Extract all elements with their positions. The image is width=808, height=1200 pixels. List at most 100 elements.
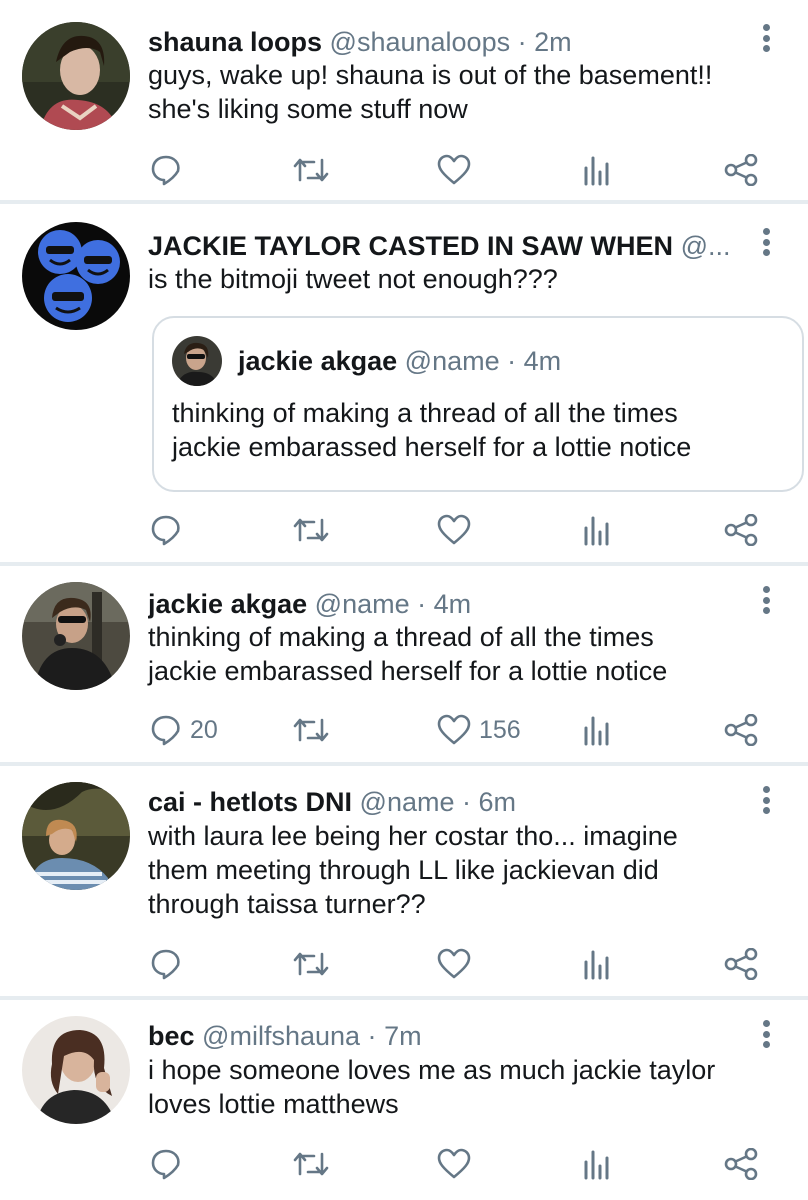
tweet-feed: shauna loops @shaunaloops · 2m guys, wak… <box>0 0 808 1200</box>
analytics-icon <box>584 516 609 546</box>
share-button[interactable] <box>724 508 758 552</box>
tweet-header: cai - hetlots DNI @name · 6m <box>148 784 738 820</box>
like-button[interactable] <box>437 1142 479 1186</box>
reply-icon <box>151 715 180 746</box>
heart-icon <box>437 1148 471 1179</box>
analytics-button[interactable] <box>583 942 611 986</box>
tweet-text-line: thinking of making a thread of all the t… <box>148 622 654 652</box>
heart-icon <box>437 154 471 185</box>
display-name[interactable]: jackie akgae <box>148 589 307 619</box>
action-bar <box>0 148 808 192</box>
user-handle[interactable]: @name <box>360 787 455 817</box>
reply-count: 20 <box>190 715 218 744</box>
tweet[interactable]: bec @milfshauna · 7m i hope someone love… <box>0 1000 808 1200</box>
tweet-text-line: loves lottie matthews <box>148 1089 399 1119</box>
reply-icon <box>151 515 180 546</box>
heart-icon <box>437 514 471 545</box>
tweet-text-line: with laura lee being her costar tho... i… <box>148 821 678 851</box>
reply-button[interactable] <box>150 508 190 552</box>
quoted-tweet[interactable]: jackie akgae @name · 4m thinking of maki… <box>152 316 804 492</box>
analytics-button[interactable] <box>583 148 611 192</box>
tweet-text-line: is the bitmoji tweet not enough??? <box>148 264 558 294</box>
tweet-text: with laura lee being her costar tho... i… <box>148 819 778 921</box>
quoted-tweet-header: jackie akgae @name · 4m <box>238 344 561 378</box>
tweet-text-line: through taissa turner?? <box>148 889 426 919</box>
tweet-text-line: thinking of making a thread of all the t… <box>172 398 678 428</box>
more-options-icon[interactable] <box>760 786 772 820</box>
avatar[interactable] <box>22 1016 130 1124</box>
avatar[interactable] <box>22 582 130 690</box>
tweet-header: bec @milfshauna · 7m <box>148 1018 738 1054</box>
tweet-header: JACKIE TAYLOR CASTED IN SAW WHEN @... <box>148 228 738 264</box>
reply-icon <box>151 949 180 980</box>
reply-icon <box>151 1149 180 1180</box>
user-handle[interactable]: @name <box>315 589 410 619</box>
tweet[interactable]: JACKIE TAYLOR CASTED IN SAW WHEN @... is… <box>0 204 808 562</box>
tweet-text-line: i hope someone loves me as much jackie t… <box>148 1055 716 1085</box>
user-handle: @name <box>404 346 500 376</box>
retweet-button[interactable] <box>292 508 330 552</box>
user-handle[interactable]: @shaunaloops <box>330 27 511 57</box>
tweet[interactable]: cai - hetlots DNI @name · 6m with laura … <box>0 766 808 996</box>
tweet[interactable]: jackie akgae @name · 4m thinking of maki… <box>0 566 808 762</box>
tweet-text: is the bitmoji tweet not enough??? <box>148 262 778 296</box>
more-options-icon[interactable] <box>760 1020 772 1054</box>
heart-icon <box>437 948 471 979</box>
more-options-icon[interactable] <box>760 228 772 262</box>
timestamp[interactable]: 7m <box>384 1021 422 1051</box>
analytics-icon <box>584 950 609 980</box>
display-name[interactable]: bec <box>148 1021 195 1051</box>
tweet-text-line: jackie embarassed herself for a lottie n… <box>172 432 692 462</box>
display-name[interactable]: cai - hetlots DNI <box>148 787 352 817</box>
timestamp: 4m <box>523 346 562 376</box>
more-options-icon[interactable] <box>760 586 772 620</box>
share-icon <box>724 948 758 980</box>
timestamp[interactable]: 4m <box>434 589 472 619</box>
tweet[interactable]: shauna loops @shaunaloops · 2m guys, wak… <box>0 0 808 200</box>
like-button[interactable] <box>437 148 479 192</box>
avatar[interactable] <box>22 782 130 890</box>
retweet-button[interactable] <box>292 708 330 752</box>
share-icon <box>724 154 758 186</box>
like-count: 156 <box>479 715 521 744</box>
tweet-text: guys, wake up! shauna is out of the base… <box>148 58 778 126</box>
retweet-button[interactable] <box>292 148 330 192</box>
separator-dot: · <box>367 1021 377 1051</box>
retweet-button[interactable] <box>292 942 330 986</box>
more-options-icon[interactable] <box>760 24 772 58</box>
retweet-icon <box>293 1152 329 1176</box>
display-name[interactable]: shauna loops <box>148 27 322 57</box>
separator-dot: · <box>507 346 517 376</box>
avatar[interactable] <box>22 222 130 330</box>
user-handle[interactable]: @... <box>681 231 731 261</box>
timestamp[interactable]: 6m <box>479 787 517 817</box>
tweet-header: jackie akgae @name · 4m <box>148 586 738 622</box>
user-handle[interactable]: @milfshauna <box>202 1021 360 1051</box>
avatar <box>172 336 222 386</box>
reply-button[interactable] <box>150 1142 190 1186</box>
reply-icon <box>151 155 180 186</box>
share-button[interactable] <box>724 1142 758 1186</box>
like-button[interactable]: 156 <box>437 708 521 752</box>
analytics-button[interactable] <box>583 708 611 752</box>
separator-dot: · <box>462 787 472 817</box>
retweet-button[interactable] <box>292 1142 330 1186</box>
display-name[interactable]: JACKIE TAYLOR CASTED IN SAW WHEN <box>148 231 673 261</box>
analytics-icon <box>584 1150 609 1180</box>
reply-button[interactable] <box>150 148 190 192</box>
reply-button[interactable] <box>150 942 190 986</box>
like-button[interactable] <box>437 508 479 552</box>
analytics-button[interactable] <box>583 508 611 552</box>
share-button[interactable] <box>724 148 758 192</box>
reply-button[interactable]: 20 <box>150 708 218 752</box>
tweet-text: i hope someone loves me as much jackie t… <box>148 1053 778 1121</box>
analytics-button[interactable] <box>583 1142 611 1186</box>
timestamp[interactable]: 2m <box>534 27 572 57</box>
heart-icon <box>437 714 471 745</box>
like-button[interactable] <box>437 942 479 986</box>
avatar[interactable] <box>22 22 130 130</box>
share-button[interactable] <box>724 708 758 752</box>
share-button[interactable] <box>724 942 758 986</box>
action-bar <box>0 508 808 552</box>
tweet-text-line: jackie embarassed herself for a lottie n… <box>148 656 668 686</box>
